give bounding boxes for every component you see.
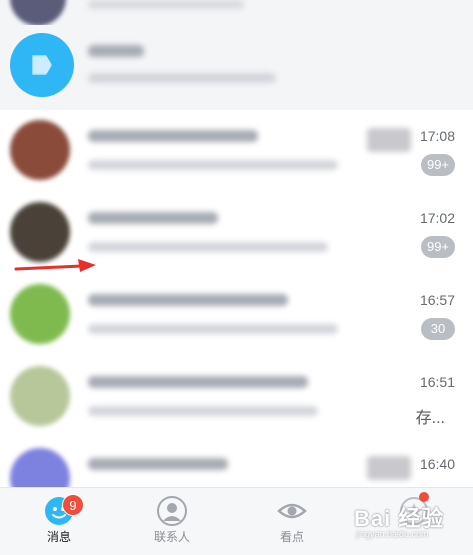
eye-icon — [277, 503, 307, 519]
avatar — [10, 33, 74, 97]
unread-badge: 99+ — [421, 236, 455, 258]
timestamp: 17:08 — [419, 128, 455, 144]
blurred-preview — [88, 0, 244, 9]
blurred-preview — [88, 324, 338, 334]
tab-label: 看点 — [279, 530, 304, 544]
avatar — [10, 120, 70, 180]
timestamp: 16:40 — [419, 456, 455, 472]
unread-count-badge: 9 — [62, 494, 84, 516]
tab-contacts[interactable]: 联系人 — [113, 488, 231, 555]
unread-badge: 99+ — [421, 154, 455, 176]
blurred-name — [88, 458, 228, 470]
blurred-name — [88, 294, 288, 306]
conversation-row-partial[interactable] — [0, 0, 473, 26]
blurred-name — [88, 376, 308, 388]
unread-badge: 30 — [421, 318, 455, 340]
file-icon — [32, 55, 52, 75]
baidu-watermark: Bai 经验 jingyan.baidu.com — [354, 495, 466, 545]
preview-tail: 存... — [415, 410, 445, 427]
blurred-thumbnail — [367, 456, 411, 480]
avatar — [10, 0, 66, 26]
watermark-url: jingyan.baidu.com — [356, 529, 429, 539]
timestamp: 17:02 — [419, 210, 455, 226]
tab-label: 联系人 — [153, 530, 190, 544]
timestamp: 16:51 — [419, 374, 455, 390]
avatar — [10, 284, 70, 344]
avatar — [10, 366, 70, 426]
blurred-name — [88, 212, 218, 224]
blurred-preview — [88, 242, 328, 252]
blurred-preview — [88, 406, 318, 416]
blurred-name — [88, 45, 144, 57]
blurred-thumbnail — [367, 128, 411, 152]
tab-watch[interactable]: 看点 — [233, 488, 351, 555]
conversation-row-pinned[interactable] — [0, 25, 473, 110]
blurred-preview — [88, 73, 276, 83]
conversation-row[interactable]: 17:08 99+ — [0, 110, 473, 192]
timestamp: 16:57 — [419, 292, 455, 308]
blurred-name — [88, 130, 258, 142]
messages-screen: 17:08 99+ 17:02 99+ 16:57 30 16:51 存... — [0, 0, 473, 555]
tab-label: 消息 — [46, 530, 71, 544]
conversation-row[interactable]: 16:51 存... — [0, 356, 473, 438]
red-arrow-annotation — [14, 259, 96, 272]
contacts-icon — [157, 496, 187, 526]
tab-messages[interactable]: 9 消息 — [0, 488, 118, 555]
avatar — [10, 202, 70, 262]
blurred-preview — [88, 160, 338, 170]
conversation-row[interactable]: 16:57 30 — [0, 274, 473, 356]
